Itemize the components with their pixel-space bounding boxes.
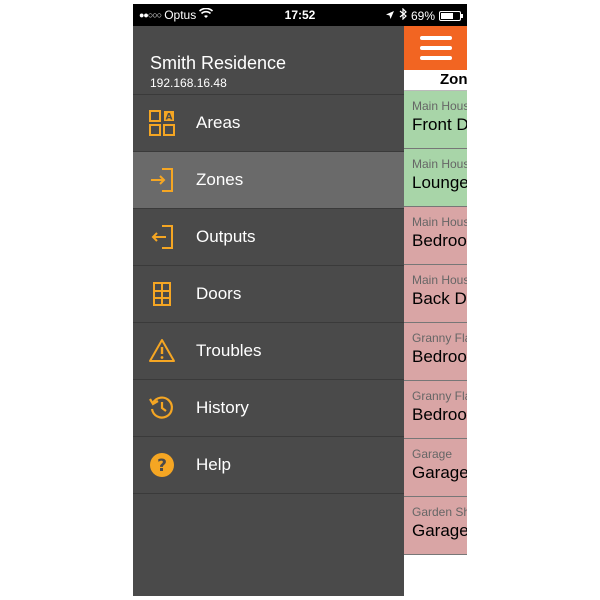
zone-row[interactable]: Garden Shed Garage bbox=[404, 497, 467, 555]
doors-icon bbox=[148, 280, 176, 308]
zone-name: Garage bbox=[412, 463, 467, 482]
menu-item-zones[interactable]: Zones bbox=[133, 152, 404, 209]
zone-row[interactable]: Granny Flat Bedroom bbox=[404, 323, 467, 381]
hamburger-menu-icon[interactable] bbox=[420, 36, 452, 60]
zone-name: Bedroom bbox=[412, 347, 467, 366]
drawer-header: Smith Residence 192.168.16.48 bbox=[133, 26, 404, 95]
zones-panel: Zones Main House Front Door Main House Loun… bbox=[404, 26, 467, 596]
zone-name: Garage bbox=[412, 521, 467, 540]
battery-icon bbox=[439, 10, 463, 21]
battery-level bbox=[441, 12, 454, 19]
zone-area: Garden Shed bbox=[412, 505, 467, 519]
tab-header: Zones bbox=[404, 70, 467, 91]
menu-item-doors[interactable]: Doors bbox=[133, 266, 404, 323]
navigation-drawer: Smith Residence 192.168.16.48 A Areas Zo… bbox=[133, 26, 404, 596]
svg-text:A: A bbox=[166, 113, 173, 123]
zone-area: Main House bbox=[412, 273, 467, 287]
menu-item-troubles[interactable]: Troubles bbox=[133, 323, 404, 380]
menu-item-areas[interactable]: A Areas bbox=[133, 95, 404, 152]
menu-label-outputs: Outputs bbox=[196, 227, 256, 246]
zone-row[interactable]: Main House Back Door bbox=[404, 265, 467, 323]
zone-row[interactable]: Main House Bedroom bbox=[404, 207, 467, 265]
zone-row[interactable]: Granny Flat Bedroom bbox=[404, 381, 467, 439]
menu-label-zones: Zones bbox=[196, 170, 244, 189]
zone-row[interactable]: Garage Garage bbox=[404, 439, 467, 497]
menu-item-history[interactable]: History bbox=[133, 380, 404, 437]
warning-icon bbox=[148, 337, 176, 365]
battery-percent: 69% bbox=[410, 8, 435, 23]
zone-area: Main House bbox=[412, 157, 467, 171]
zone-row[interactable]: Main House Front Door bbox=[404, 91, 467, 149]
menu-label-areas: Areas bbox=[196, 113, 241, 132]
help-icon: ? bbox=[148, 451, 176, 479]
zone-name: Back Door bbox=[412, 289, 467, 308]
bluetooth-icon bbox=[399, 7, 407, 23]
zone-list: Main HouseFront DoorMain HouseLoungeMain… bbox=[404, 91, 467, 555]
history-icon bbox=[148, 394, 176, 422]
svg-text:?: ? bbox=[157, 456, 167, 476]
zone-area: Granny Flat bbox=[412, 331, 467, 345]
site-name: Smith Residence bbox=[150, 53, 287, 73]
zone-name: Lounge bbox=[412, 173, 467, 192]
menu-label-history: History bbox=[196, 398, 249, 417]
zone-area: Main House bbox=[412, 99, 467, 113]
menu-item-outputs[interactable]: Outputs bbox=[133, 209, 404, 266]
site-ip-address: 192.168.16.48 bbox=[150, 76, 227, 90]
zone-area: Granny Flat bbox=[412, 389, 467, 403]
menu-label-troubles: Troubles bbox=[196, 341, 262, 360]
zone-name: Bedroom bbox=[412, 231, 467, 250]
top-bar bbox=[404, 26, 467, 70]
areas-icon: A bbox=[148, 109, 176, 137]
phone-screen: ●●○○○ Optus 17:52 69% Zon Main Hou Front… bbox=[133, 4, 467, 596]
menu-item-help[interactable]: ? Help bbox=[133, 437, 404, 494]
zones-icon bbox=[148, 166, 176, 194]
location-arrow-icon bbox=[385, 9, 395, 23]
status-bar: ●●○○○ Optus 17:52 69% bbox=[133, 4, 467, 26]
menu-label-help: Help bbox=[196, 455, 231, 474]
zone-area: Garage bbox=[412, 447, 453, 461]
zone-name: Front Door bbox=[412, 115, 467, 134]
outputs-icon bbox=[148, 223, 176, 251]
zone-row[interactable]: Main House Lounge bbox=[404, 149, 467, 207]
zone-name: Bedroom bbox=[412, 405, 467, 424]
zone-area: Main House bbox=[412, 215, 467, 229]
menu-label-doors: Doors bbox=[196, 284, 242, 303]
